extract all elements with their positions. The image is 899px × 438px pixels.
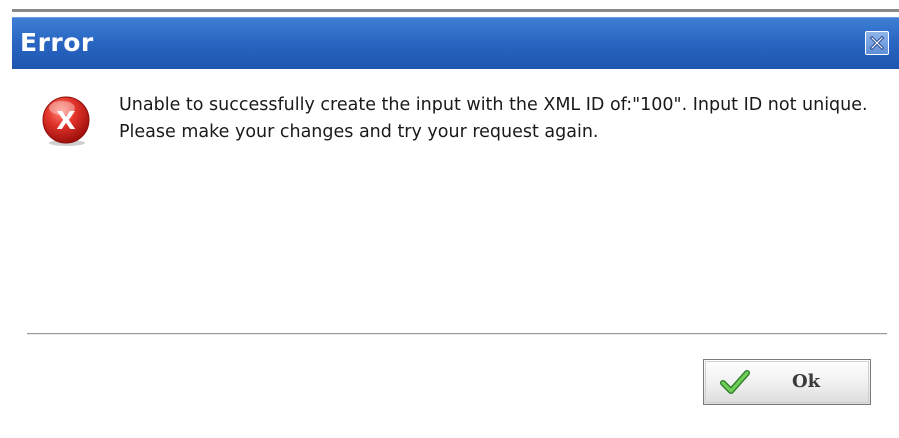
ok-button-label: Ok <box>792 371 821 392</box>
dialog-title: Error <box>20 28 94 57</box>
close-icon <box>869 35 885 51</box>
dialog-titlebar[interactable]: Error <box>12 17 899 69</box>
checkmark-icon <box>720 370 750 394</box>
dialog-top-border <box>12 9 899 12</box>
footer-divider <box>27 333 887 335</box>
error-dialog: Error X Unable to successfully create th… <box>0 0 899 438</box>
close-button[interactable] <box>865 31 889 55</box>
error-message: Unable to successfully create the input … <box>119 95 868 142</box>
error-x-icon: X <box>42 96 90 146</box>
ok-button[interactable]: Ok <box>703 359 871 405</box>
svg-text:X: X <box>56 106 75 135</box>
